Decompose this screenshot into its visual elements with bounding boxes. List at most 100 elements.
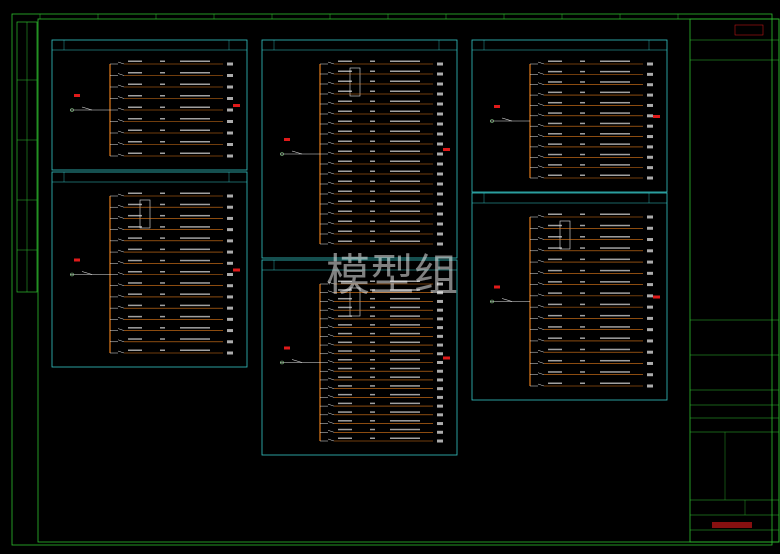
circuit-row	[320, 341, 443, 347]
cable-spec-text	[390, 393, 420, 396]
breaker-symbol	[117, 317, 125, 320]
phase-label	[370, 190, 375, 192]
load-label	[647, 83, 653, 87]
breaker-spec-text	[128, 259, 142, 262]
phase-label	[370, 376, 375, 378]
load-label	[437, 352, 443, 356]
breaker-symbol	[537, 271, 545, 274]
breaker-spec-text	[338, 210, 352, 212]
breaker-symbol	[327, 81, 335, 85]
cable-spec-text	[390, 350, 420, 352]
load-label	[437, 232, 443, 236]
load-label	[647, 305, 653, 309]
circuit-row	[110, 203, 233, 209]
breaker-symbol	[327, 377, 335, 381]
breaker-symbol	[327, 386, 335, 389]
circuit-row	[320, 420, 443, 426]
circuit-row	[530, 292, 653, 298]
circuit-row	[110, 248, 233, 254]
cable-spec-text	[600, 143, 630, 145]
cable-spec-text	[180, 259, 210, 262]
circuit-row	[320, 120, 443, 126]
cable-spec-text	[600, 164, 630, 166]
cable-spec-text	[390, 315, 420, 317]
breaker-symbol	[537, 259, 545, 263]
phase-label	[160, 237, 165, 239]
circuit-row	[530, 60, 653, 66]
circuit-row	[110, 271, 233, 276]
phase-label	[160, 60, 165, 62]
load-label	[647, 226, 653, 230]
panel-border	[51, 171, 248, 368]
breaker-symbol	[117, 328, 125, 331]
cable-spec-text	[180, 129, 210, 131]
phase-label	[370, 60, 375, 62]
circuit-row	[110, 60, 233, 66]
cable-spec-text	[600, 133, 630, 135]
cable-spec-text	[390, 120, 420, 122]
breaker-spec-text	[338, 170, 352, 172]
circuit-row	[530, 303, 653, 309]
breaker-spec-text	[548, 60, 562, 62]
red-marker	[443, 356, 450, 360]
cable-spec-text	[180, 248, 210, 251]
breaker-spec-text	[548, 281, 562, 283]
cable-spec-text	[180, 203, 210, 206]
breaker-symbol	[327, 181, 335, 185]
load-label	[437, 72, 443, 76]
load-label	[437, 172, 443, 176]
breaker-symbol	[117, 305, 125, 309]
load-label	[437, 439, 443, 443]
cable-spec-text	[180, 304, 210, 307]
breaker-symbol	[537, 237, 545, 240]
breaker-symbol	[537, 155, 545, 158]
load-label	[227, 317, 233, 321]
breaker-symbol	[537, 113, 545, 117]
load-label	[647, 93, 653, 97]
load-label	[647, 155, 653, 159]
breaker-spec-text	[128, 293, 142, 295]
circuit-row	[320, 170, 443, 176]
circuit-row	[530, 174, 653, 180]
cable-spec-text	[390, 150, 420, 152]
cable-spec-text	[180, 226, 210, 228]
breaker-spec-text	[338, 341, 352, 344]
breaker-symbol	[117, 204, 125, 208]
load-label	[437, 202, 443, 206]
breaker-symbol	[117, 119, 125, 122]
load-label	[437, 334, 443, 338]
breaker-spec-text	[128, 237, 142, 239]
panel-border	[471, 192, 668, 401]
breaker-spec-text	[128, 226, 142, 228]
circuit-row	[530, 164, 653, 170]
breaker-spec-text	[338, 190, 352, 192]
phase-label	[370, 385, 375, 387]
breaker-spec-text	[128, 315, 142, 318]
load-label	[647, 145, 653, 149]
circuit-row	[530, 314, 653, 320]
circuit-row	[110, 327, 233, 333]
phase-label	[160, 338, 165, 340]
watermark: 模型组	[326, 250, 458, 301]
phase-label	[160, 141, 165, 143]
phase-label	[160, 327, 165, 329]
phase-label	[580, 174, 585, 176]
load-label	[227, 306, 233, 310]
breaker-spec-text	[548, 153, 562, 156]
breaker-spec-text	[338, 350, 352, 352]
load-label	[437, 142, 443, 146]
breaker-spec-text	[338, 411, 352, 413]
circuit-row	[110, 118, 233, 123]
cable-spec-text	[600, 122, 630, 125]
schematic-sheet: 模型组	[11, 13, 780, 546]
load-label	[227, 194, 233, 198]
circuit-row	[530, 153, 653, 159]
breaker-symbol	[327, 360, 335, 363]
phase-label	[160, 226, 165, 228]
phase-label	[370, 428, 375, 431]
cable-spec-text	[180, 141, 210, 143]
phase-label	[370, 130, 375, 132]
phase-label	[580, 101, 585, 104]
circuit-row	[320, 385, 443, 391]
breaker-symbol	[537, 226, 545, 229]
